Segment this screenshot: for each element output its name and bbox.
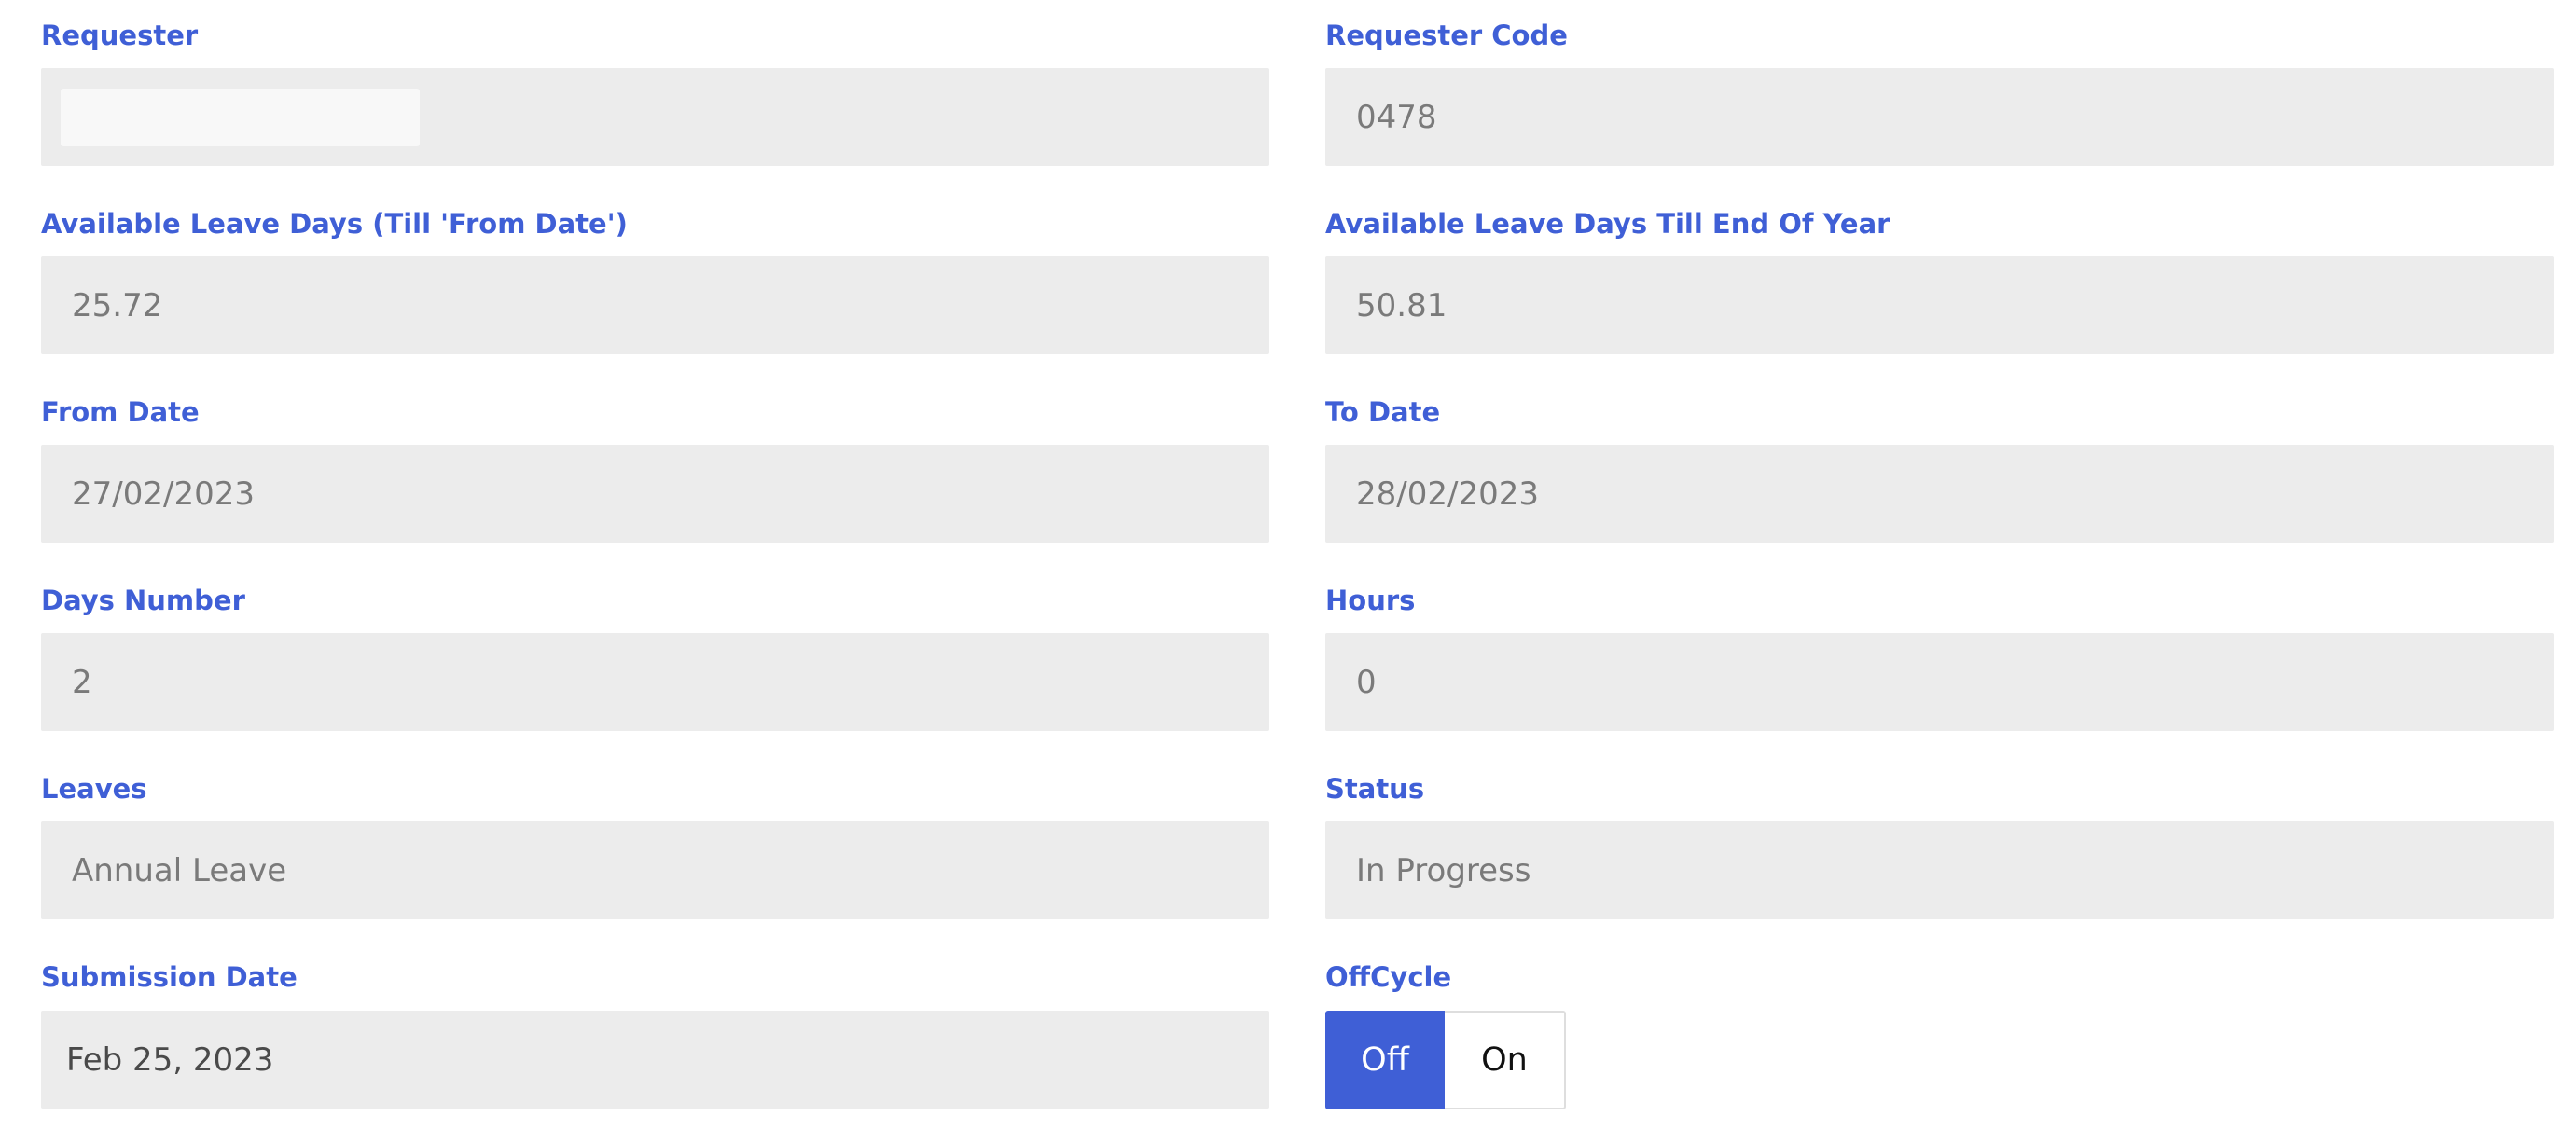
available-leave-eoy-input: 50.81 <box>1325 256 2554 354</box>
days-number-label: Days Number <box>41 585 245 616</box>
status-input: In Progress <box>1325 821 2554 919</box>
from-date-value: 27/02/2023 <box>72 475 255 513</box>
leaves-input: Annual Leave <box>41 821 1269 919</box>
days-number-field: Days Number 2 <box>41 565 1269 753</box>
leave-request-form: Requester Requester Code 0478 Available … <box>41 0 2554 1130</box>
from-date-label: From Date <box>41 396 200 428</box>
hours-value: 0 <box>1356 663 1377 701</box>
hours-label: Hours <box>1325 585 1416 616</box>
requester-code-field: Requester Code 0478 <box>1325 0 2554 188</box>
leaves-field: Leaves Annual Leave <box>41 753 1269 942</box>
available-leave-eoy-value: 50.81 <box>1356 286 1447 324</box>
requester-redacted-value <box>61 88 420 146</box>
offcycle-off-button[interactable]: Off <box>1325 1011 1445 1109</box>
submission-date-label: Submission Date <box>41 961 298 993</box>
submission-date-field: Submission Date Feb 25, 2023 <box>41 942 1269 1130</box>
hours-input: 0 <box>1325 633 2554 731</box>
offcycle-toggle: Off On <box>1325 1011 1566 1109</box>
requester-code-label: Requester Code <box>1325 20 1568 51</box>
leaves-label: Leaves <box>41 773 147 805</box>
to-date-label: To Date <box>1325 396 1441 428</box>
available-leave-from-input: 25.72 <box>41 256 1269 354</box>
requester-label: Requester <box>41 20 199 51</box>
to-date-input: 28/02/2023 <box>1325 445 2554 543</box>
available-leave-from-label: Available Leave Days (Till 'From Date') <box>41 208 628 240</box>
available-leave-from-field: Available Leave Days (Till 'From Date') … <box>41 188 1269 377</box>
available-leave-from-value: 25.72 <box>72 286 163 324</box>
requester-code-value: 0478 <box>1356 98 1437 136</box>
to-date-value: 28/02/2023 <box>1356 475 1539 513</box>
leaves-value: Annual Leave <box>72 851 287 889</box>
to-date-field: To Date 28/02/2023 <box>1325 377 2554 565</box>
offcycle-field: OffCycle Off On <box>1325 942 2554 1130</box>
hours-field: Hours 0 <box>1325 565 2554 753</box>
requester-input <box>41 68 1269 166</box>
available-leave-eoy-field: Available Leave Days Till End Of Year 50… <box>1325 188 2554 377</box>
status-value: In Progress <box>1356 851 1531 889</box>
submission-date-value: Feb 25, 2023 <box>66 1040 274 1079</box>
days-number-input: 2 <box>41 633 1269 731</box>
available-leave-eoy-label: Available Leave Days Till End Of Year <box>1325 208 1890 240</box>
offcycle-on-button[interactable]: On <box>1445 1011 1566 1109</box>
from-date-field: From Date 27/02/2023 <box>41 377 1269 565</box>
requester-code-input: 0478 <box>1325 68 2554 166</box>
status-field: Status In Progress <box>1325 753 2554 942</box>
days-number-value: 2 <box>72 663 92 701</box>
requester-field: Requester <box>41 0 1269 188</box>
status-label: Status <box>1325 773 1425 805</box>
submission-date-input[interactable]: Feb 25, 2023 <box>41 1011 1269 1109</box>
from-date-input: 27/02/2023 <box>41 445 1269 543</box>
offcycle-label: OffCycle <box>1325 961 1452 993</box>
